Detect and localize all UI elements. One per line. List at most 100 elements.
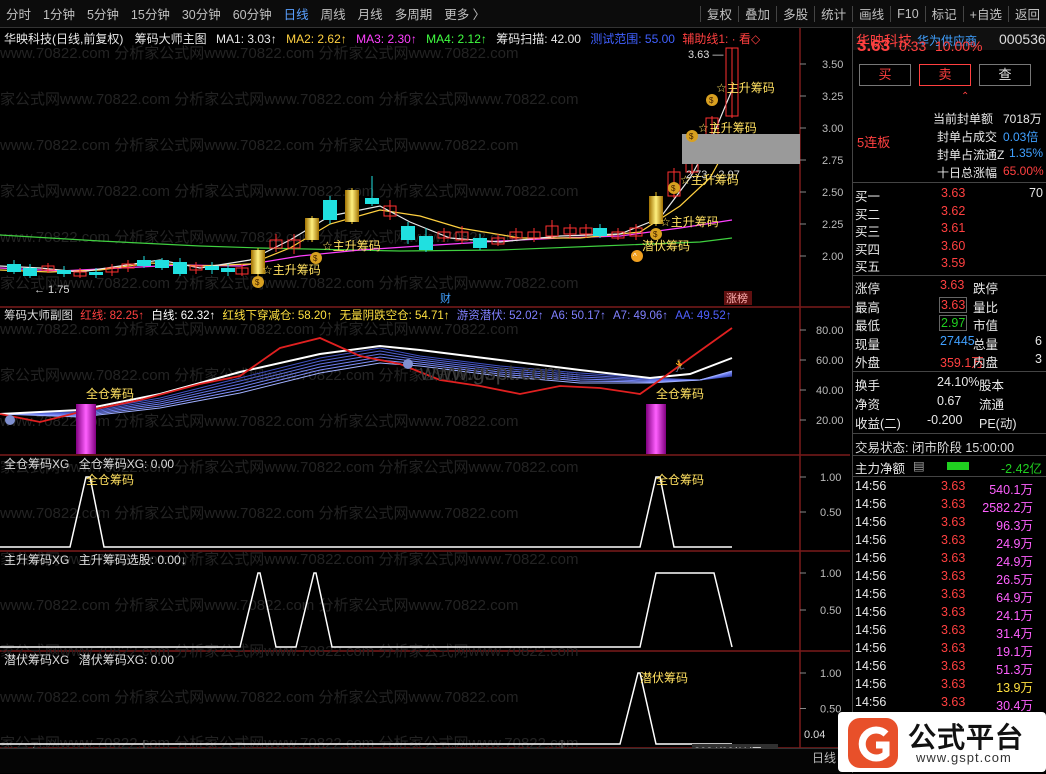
bid-row[interactable]: 买一 3.63 70: [853, 186, 1046, 204]
candle-body: [401, 226, 415, 240]
indicator-name[interactable]: 筹码大师主图: [135, 32, 207, 46]
tick-time: 14:56: [855, 569, 887, 583]
signal-quancang-label: 全仓筹码: [656, 472, 704, 487]
sub-panel-title[interactable]: 筹码大师副图: [4, 310, 73, 322]
divider: [853, 371, 1046, 372]
bid-label: 买一: [855, 190, 881, 204]
trade-status-text: 交易状态: 闭市阶段 15:00:00: [855, 441, 1015, 455]
stock-title: 华映科技(日线,前复权): [4, 32, 124, 46]
tick-price: 3.63: [941, 551, 966, 565]
ten-day-row: 十日总涨幅 65.00%: [853, 164, 1046, 182]
bid-row[interactable]: 买四 3.60: [853, 239, 1046, 257]
price-pct: 10.00%: [935, 38, 983, 54]
trade-status: 交易状态: 闭市阶段 15:00:00: [853, 437, 1046, 455]
bid-row[interactable]: 买五 3.59: [853, 256, 1046, 274]
period-tab-2[interactable]: 5分钟: [81, 4, 125, 23]
bid-price: 3.59: [941, 256, 966, 270]
tick-price: 3.63: [941, 569, 966, 583]
toolbar-tool-2[interactable]: 多股: [777, 4, 814, 23]
y-tick-label: 2.00: [822, 251, 843, 263]
sell-button[interactable]: 卖: [919, 64, 971, 86]
bid-row[interactable]: 买二 3.62: [853, 204, 1046, 222]
sub-panel-header: 筹码大师副图 红线: 82.25↑ 白线: 62.32↑ 红线下穿减仓: 58.…: [4, 307, 731, 323]
period-tab-10[interactable]: 更多 〉: [438, 4, 491, 23]
ind2-name[interactable]: 主升筹码XG: [4, 553, 69, 567]
chart-canvas[interactable]: 分析家公式网www.70822.com 分析家公式网www.70822.com …: [0, 28, 850, 759]
collapse-icon[interactable]: ⌃: [961, 91, 969, 102]
divider: [853, 455, 1046, 456]
tick-time: 14:56: [855, 479, 887, 493]
bottom-tab-bar[interactable]: 日线: [0, 748, 850, 773]
tick-volume: 540.1万: [989, 483, 1033, 497]
buy-button[interactable]: 买: [859, 64, 911, 86]
toolbar-tool-0[interactable]: 复权: [701, 4, 738, 23]
quancang-bar: [646, 404, 666, 454]
ind1-name[interactable]: 全仓筹码XG: [4, 457, 69, 471]
y-tick-label: 3.00: [822, 123, 843, 135]
stat-label: 现量: [855, 337, 881, 352]
ma4-label: MA4: 2.12↑: [426, 32, 487, 46]
stat-row: 涨停 3.63 跌停: [853, 278, 1046, 296]
y-tick-label: 20.00: [816, 415, 844, 427]
period-tab-6[interactable]: 日线: [278, 4, 315, 23]
period-tab-4[interactable]: 30分钟: [176, 4, 227, 23]
candle-body: [221, 268, 235, 272]
signal-quancang-label: 全仓筹码: [86, 386, 134, 401]
toolbar-tool-1[interactable]: 叠加: [739, 4, 776, 23]
toolbar-tool-7[interactable]: +自选: [964, 4, 1008, 23]
period-tab-1[interactable]: 1分钟: [37, 4, 81, 23]
bid-row[interactable]: 买三 3.61: [853, 221, 1046, 239]
tick-volume: 19.1万: [996, 645, 1033, 659]
seal-deal: 0.03倍: [1003, 130, 1039, 144]
tick-time: 14:56: [855, 677, 887, 691]
ten-day-label: 十日总涨幅: [937, 166, 998, 180]
period-tab-0[interactable]: 分时: [0, 4, 37, 23]
period-tab-7[interactable]: 周线: [315, 4, 352, 23]
watermark-text: 分析家公式网www.70822.com 分析家公式网www.70822.com …: [0, 91, 579, 108]
menu-icon[interactable]: ▤: [913, 458, 925, 473]
stat-label-2: 总量: [973, 337, 999, 352]
period-tab-9[interactable]: 多周期: [389, 4, 439, 23]
stat-label-2: 内盘: [973, 356, 999, 370]
period-tab-5[interactable]: 60分钟: [227, 4, 278, 23]
ind2-header: 主升筹码XG 主升筹码选股: 0.00↓: [4, 551, 187, 568]
candle-body: [365, 198, 379, 204]
tab-daily[interactable]: 日线: [812, 749, 836, 766]
tick-time: 14:56: [855, 515, 887, 529]
toolbar-tool-6[interactable]: 标记: [926, 4, 963, 23]
period-tab-3[interactable]: 15分钟: [125, 4, 176, 23]
signal-zhusheng-label: ☆主升筹码: [262, 263, 321, 277]
tick-price: 3.63: [941, 605, 966, 619]
seal-float: 1.35%: [1009, 146, 1044, 160]
y-tick-label: 2.25: [822, 219, 843, 231]
toolbar-tool-8[interactable]: 返回: [1009, 4, 1046, 23]
toolbar-tool-5[interactable]: F10: [891, 7, 925, 21]
net-flow-bar: [947, 462, 969, 470]
tick-time: 14:56: [855, 605, 887, 619]
candle-body: [305, 218, 319, 240]
stat-value: 2.97: [939, 315, 968, 331]
logo-url: www.gspt.com: [916, 750, 1012, 765]
tick-time: 14:56: [855, 587, 887, 601]
tick-price: 3.63: [941, 587, 966, 601]
candle-body: [205, 266, 219, 270]
stat-row: 最高 3.63 量比: [853, 296, 1046, 315]
period-tab-8[interactable]: 月线: [352, 4, 389, 23]
toolbar-tool-4[interactable]: 画线: [853, 4, 890, 23]
ind3-name[interactable]: 潜伏筹码XG: [4, 653, 69, 667]
price-row: 3.63 0.33 10.00%: [853, 36, 1046, 60]
signal-quancang-label: 全仓筹码: [656, 386, 704, 401]
stat-label: 涨停: [855, 282, 881, 296]
bid-price: 3.61: [941, 221, 966, 235]
tick-time: 14:56: [855, 641, 887, 655]
tick-row: 14:56 3.63 24.1万: [853, 605, 1046, 623]
tick-volume: 13.9万: [996, 681, 1033, 695]
chart-area[interactable]: 分析家公式网www.70822.com 分析家公式网www.70822.com …: [0, 28, 850, 759]
toolbar-tool-3[interactable]: 统计: [815, 4, 852, 23]
ind2-value: 主升筹码选股: 0.00↓: [78, 553, 187, 567]
tick-price: 3.63: [941, 479, 966, 493]
query-button[interactable]: 查: [979, 64, 1031, 86]
tick-row: 14:56 3.63 51.3万: [853, 659, 1046, 677]
tick-row: 14:56 3.63 540.1万: [853, 479, 1046, 497]
seal-deal-row: 封单占成交 0.03倍: [853, 128, 1046, 146]
